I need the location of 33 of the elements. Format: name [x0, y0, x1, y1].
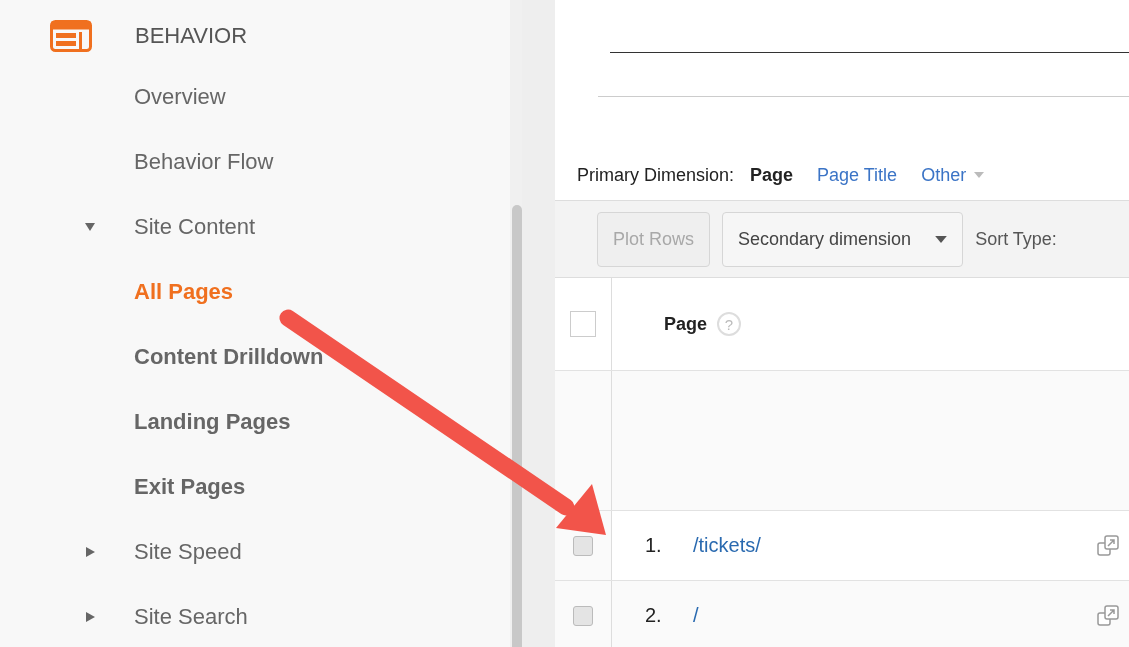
nav-item[interactable]: Site Search [134, 603, 248, 630]
nav-item[interactable]: Site Speed [134, 538, 242, 565]
caret-down-icon [935, 235, 948, 243]
dimension-option[interactable]: Page [750, 164, 794, 186]
dimension-menu[interactable]: Other [921, 164, 985, 186]
column-header[interactable]: Page [664, 313, 708, 335]
open-external-icon[interactable] [1097, 604, 1119, 627]
page-link[interactable]: / [693, 604, 699, 627]
row-checkbox[interactable] [573, 535, 593, 556]
page-link[interactable]: /tickets/ [693, 534, 761, 557]
caret-down-icon [974, 172, 985, 178]
caret-right-icon[interactable] [84, 610, 96, 623]
dimension-label: Primary Dimension: [577, 164, 735, 186]
nav-item[interactable]: Landing Pages [134, 408, 291, 435]
row-number: 1. [645, 534, 663, 557]
secondary-dimension-dropdown[interactable]: Secondary dimension [722, 211, 964, 267]
section-title: BEHAVIOR [135, 23, 248, 49]
layout-icon [50, 20, 92, 52]
nav-item[interactable]: Behavior Flow [134, 148, 274, 175]
nav-item[interactable]: Content Drilldown [134, 343, 324, 370]
caret-down-icon[interactable] [84, 220, 96, 233]
open-external-icon[interactable] [1097, 534, 1119, 557]
dimension-option[interactable]: Page Title [817, 164, 898, 186]
scrollbar-thumb[interactable] [512, 205, 522, 647]
sort-type-label: Sort Type: [975, 228, 1057, 250]
select-all-checkbox[interactable] [570, 311, 596, 337]
row-checkbox[interactable] [573, 605, 593, 626]
caret-right-icon[interactable] [84, 545, 96, 558]
nav-item[interactable]: Site Content [134, 213, 256, 240]
nav-item[interactable]: Overview [134, 83, 226, 110]
nav-item[interactable]: All Pages [134, 278, 234, 305]
nav-item[interactable]: Exit Pages [134, 473, 246, 500]
row-number: 2. [645, 604, 663, 627]
